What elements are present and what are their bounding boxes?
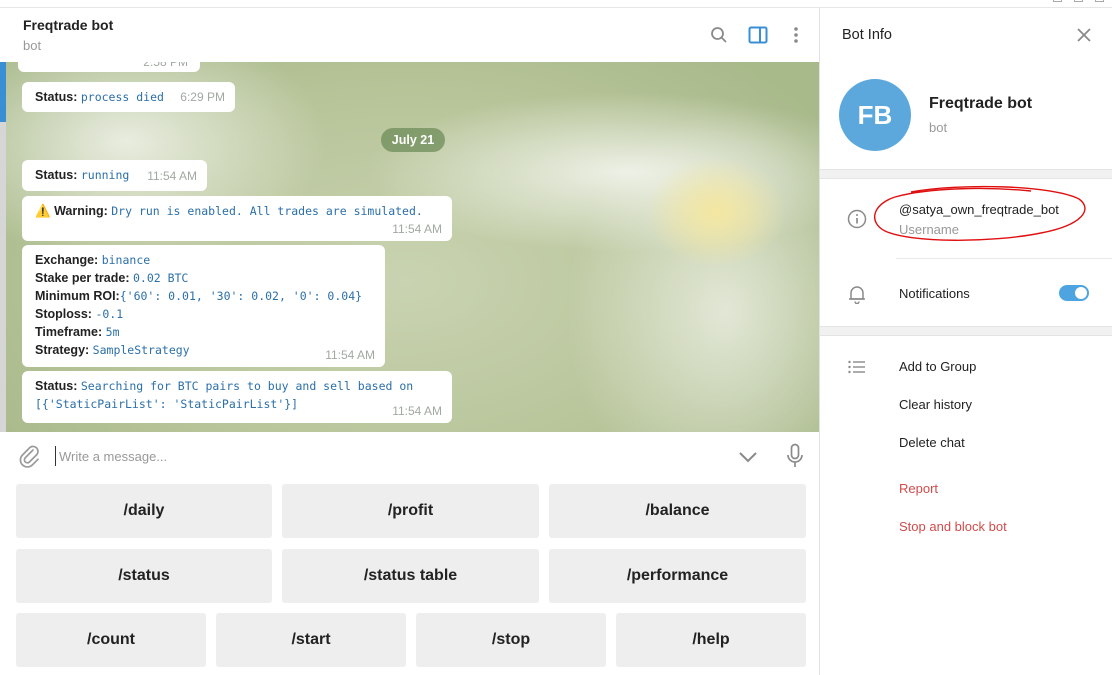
microphone-icon[interactable] — [786, 443, 804, 474]
keyboard-button-help[interactable]: /help — [616, 613, 806, 667]
keyboard-button-daily[interactable]: /daily — [16, 484, 272, 538]
message-time: 2:58 PM — [143, 62, 188, 69]
message-bubble-cut: 2:58 PM — [18, 62, 200, 72]
warning-value: Dry run is enabled. All trades are simul… — [111, 204, 423, 218]
report-button[interactable]: Report — [899, 481, 938, 496]
stoploss-value: -0.1 — [95, 307, 124, 321]
panel-title: Bot Info — [842, 27, 892, 43]
telegram-window: Freqtrade bot bot 2:58 PM Status: proces… — [0, 0, 1112, 675]
annotation-circle — [874, 185, 1086, 241]
message-time: 6:29 PM — [180, 90, 225, 104]
message-input[interactable] — [55, 446, 715, 466]
window-controls — [1053, 0, 1104, 2]
status-value: Searching for BTC pairs to buy and sell … — [80, 379, 414, 393]
notifications-toggle[interactable] — [1059, 285, 1089, 301]
notifications-label: Notifications — [899, 286, 970, 301]
close-window-icon[interactable] — [1095, 0, 1104, 2]
keyboard-button-performance[interactable]: /performance — [549, 549, 806, 603]
message-composer — [0, 432, 819, 480]
strategy-value: SampleStrategy — [92, 343, 190, 357]
keyboard-button-profit[interactable]: /profit — [282, 484, 539, 538]
attach-icon[interactable] — [18, 444, 40, 473]
search-icon[interactable] — [708, 24, 730, 46]
bot-subtitle: bot — [929, 120, 948, 135]
keyboard-button-status-table[interactable]: /status table — [282, 549, 539, 603]
stoploss-label: Stoploss: — [35, 307, 92, 321]
message-bubble: Status: Searching for BTC pairs to buy a… — [22, 371, 452, 423]
bot-keyboard: /daily /profit /balance /status /status … — [0, 480, 819, 675]
keyboard-button-start[interactable]: /start — [216, 613, 406, 667]
exchange-value: binance — [101, 253, 151, 267]
avatar[interactable]: FB — [839, 79, 911, 151]
row-divider — [896, 258, 1112, 259]
more-vertical-icon[interactable] — [785, 24, 807, 46]
section-divider — [820, 326, 1112, 336]
status-label: Status: — [35, 379, 78, 393]
chat-subtitle: bot — [23, 38, 42, 53]
message-time: 11:54 AM — [147, 169, 197, 183]
status-label: Status: — [35, 168, 78, 182]
roi-value: {'60': 0.01, '30': 0.02, '0': 0.04} — [119, 289, 363, 303]
chat-title[interactable]: Freqtrade bot — [23, 17, 113, 33]
keyboard-button-stop[interactable]: /stop — [416, 613, 606, 667]
message-time: 11:54 AM — [392, 222, 442, 236]
timeframe-value: 5m — [105, 325, 120, 339]
delete-chat-button[interactable]: Delete chat — [899, 435, 965, 450]
list-icon — [846, 356, 868, 378]
message-time: 11:54 AM — [325, 348, 375, 362]
message-area[interactable]: 2:58 PM Status: process died 6:29 PM Jul… — [6, 62, 819, 432]
status-value-cont: [{'StaticPairList': 'StaticPairList'}] — [35, 397, 299, 411]
maximize-icon[interactable] — [1074, 0, 1083, 2]
section-divider — [820, 169, 1112, 179]
message-bubble: Exchange: binance Stake per trade: 0.02 … — [22, 245, 385, 367]
warning-label: Warning: — [54, 204, 108, 218]
info-icon — [846, 208, 868, 230]
date-separator: July 21 — [381, 128, 445, 152]
close-icon[interactable] — [1076, 27, 1092, 48]
keyboard-button-count[interactable]: /count — [16, 613, 206, 667]
strategy-label: Strategy: — [35, 343, 90, 357]
warning-icon: ⚠️ — [35, 204, 51, 218]
status-label: Status: — [35, 90, 78, 104]
message-bubble: Status: process died 6:29 PM — [22, 82, 235, 112]
status-value: running — [80, 168, 130, 182]
stake-value: 0.02 BTC — [132, 271, 189, 285]
add-to-group-button[interactable]: Add to Group — [899, 359, 976, 374]
chevron-down-icon[interactable] — [738, 450, 758, 468]
roi-label: Minimum ROI: — [35, 289, 120, 303]
keyboard-button-balance[interactable]: /balance — [549, 484, 806, 538]
chat-column: Freqtrade bot bot 2:58 PM Status: proces… — [0, 8, 819, 675]
bell-icon — [846, 283, 868, 305]
timeframe-label: Timeframe: — [35, 325, 103, 339]
status-value: process died — [80, 90, 164, 104]
stop-and-block-button[interactable]: Stop and block bot — [899, 519, 1007, 534]
clear-history-button[interactable]: Clear history — [899, 397, 972, 412]
chat-header: Freqtrade bot bot — [0, 8, 819, 62]
stake-label: Stake per trade: — [35, 271, 130, 285]
window-top-edge — [0, 0, 1112, 8]
message-time: 11:54 AM — [392, 404, 442, 418]
message-bubble: ⚠️ Warning: Dry run is enabled. All trad… — [22, 196, 452, 241]
exchange-label: Exchange: — [35, 253, 99, 267]
bot-name: Freqtrade bot — [929, 95, 1033, 112]
message-bubble: Status: running 11:54 AM — [22, 160, 207, 191]
minimize-icon[interactable] — [1053, 0, 1062, 2]
bot-info-panel: Bot Info FB Freqtrade bot bot @satya_own… — [819, 8, 1112, 675]
sidebar-toggle-icon[interactable] — [747, 24, 769, 46]
keyboard-button-status[interactable]: /status — [16, 549, 272, 603]
